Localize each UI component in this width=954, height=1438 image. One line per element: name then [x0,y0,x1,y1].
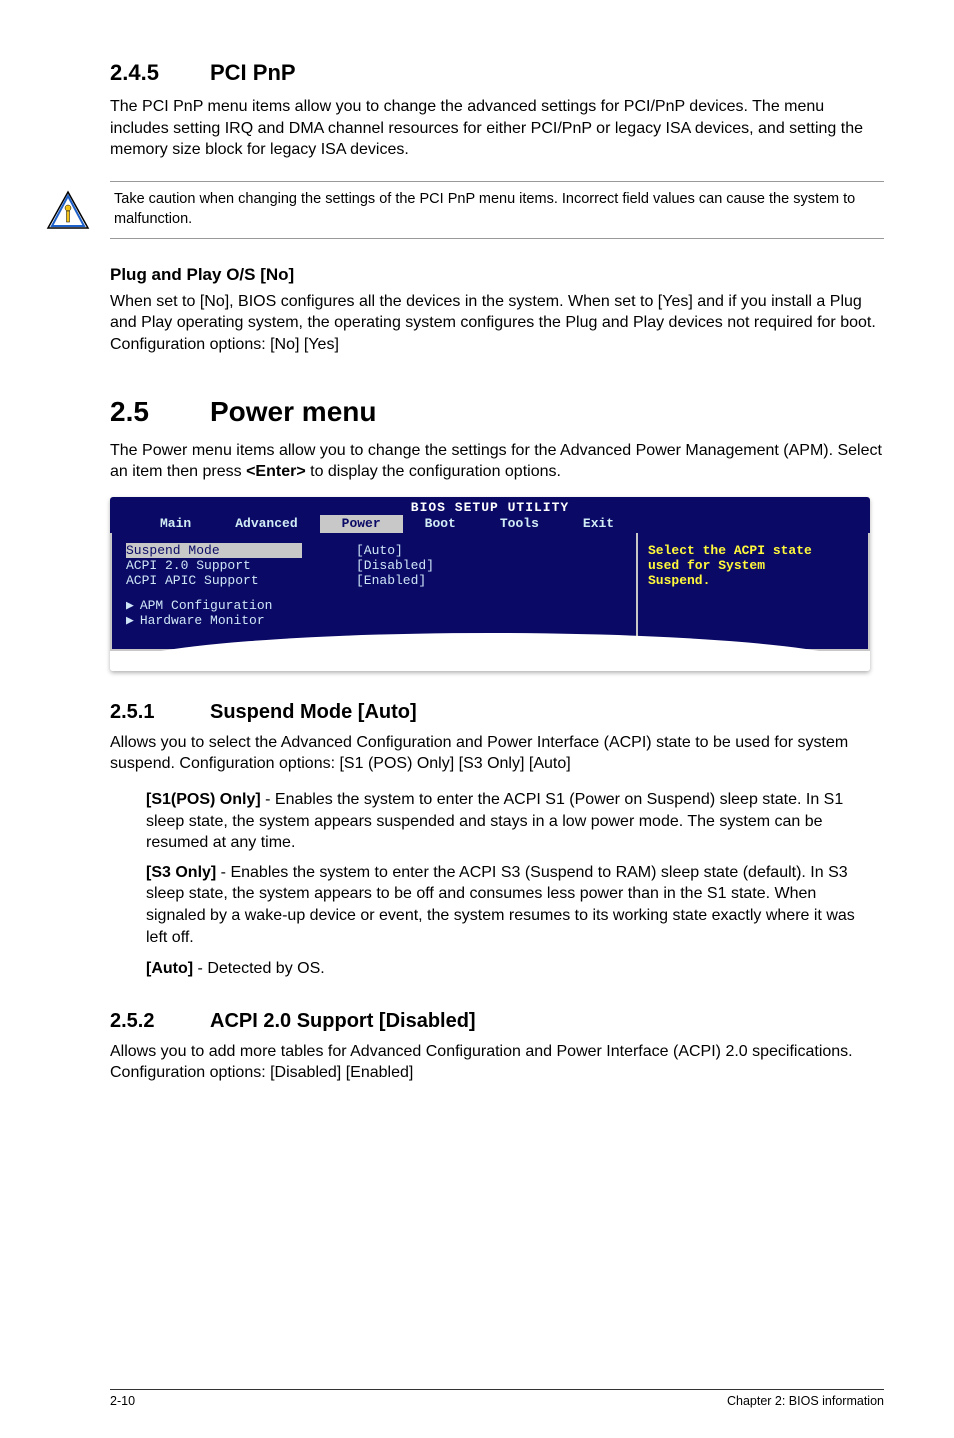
heading-text: Power menu [210,396,376,427]
heading-text: ACPI 2.0 Support [Disabled] [210,1010,476,1032]
bios-row-value: [Enabled] [356,573,426,588]
page-footer: 2-10 Chapter 2: BIOS information [110,1389,884,1408]
heading-251: 2.5.1Suspend Mode [Auto] [110,701,884,724]
heading-num: 2.5 [110,396,210,428]
heading-text: PCI PnP [210,60,296,85]
bios-subitem-hwmon[interactable]: ▶ Hardware Monitor [126,613,626,628]
heading-num: 2.5.2 [110,1010,210,1033]
para-245: The PCI PnP menu items allow you to chan… [110,96,884,161]
auto-text: - Detected by OS. [193,960,325,977]
auto-label: [Auto] [146,960,193,977]
heading-245: 2.4.5PCI PnP [110,60,884,86]
s1-label: [S1(POS) Only] [146,791,261,808]
bios-tab-power[interactable]: Power [320,515,403,533]
bios-tab-advanced[interactable]: Advanced [213,515,319,533]
para-25: The Power menu items allow you to change… [110,440,884,483]
bios-row-value: [Auto] [356,543,403,558]
bios-row-acpi20[interactable]: ACPI 2.0 Support[Disabled] [126,558,626,573]
heading-plug: Plug and Play O/S [No] [110,265,884,285]
para-auto: [Auto] - Detected by OS. [146,958,874,980]
bios-row-suspend[interactable]: Suspend Mode [Auto] [126,543,626,558]
bios-help-line: Suspend. [648,573,858,588]
bios-tab-exit[interactable]: Exit [561,515,636,533]
para-25-post: to display the configuration options. [306,463,561,480]
bios-subitem-label: Hardware Monitor [140,613,265,628]
bios-row-value: [Disabled] [356,558,434,573]
footer-page-number: 2-10 [110,1394,135,1408]
bios-tab-tools[interactable]: Tools [478,515,561,533]
para-s3: [S3 Only] - Enables the system to enter … [146,862,874,948]
para-plug: When set to [No], BIOS configures all th… [110,291,884,356]
heading-25: 2.5Power menu [110,396,884,428]
para-251: Allows you to select the Advanced Config… [110,732,884,775]
s3-label: [S3 Only] [146,864,216,881]
bios-subitem-apm[interactable]: ▶ APM Configuration [126,598,626,613]
heading-252: 2.5.2ACPI 2.0 Support [Disabled] [110,1010,884,1033]
bios-panel: BIOS SETUP UTILITY Main Advanced Power B… [110,497,870,671]
heading-num: 2.5.1 [110,701,210,724]
para-252: Allows you to add more tables for Advanc… [110,1041,884,1084]
heading-num: 2.4.5 [110,60,210,86]
bios-row-acpiapic[interactable]: ACPI APIC Support[Enabled] [126,573,626,588]
para-s1: [S1(POS) Only] - Enables the system to e… [146,789,874,854]
bios-help-line: used for System [648,558,858,573]
bios-row-label: Suspend Mode [126,543,302,558]
bios-subitem-label: APM Configuration [140,598,273,613]
bios-help-line: Select the ACPI state [648,543,858,558]
bios-tabs: Main Advanced Power Boot Tools Exit [110,515,870,533]
s3-text: - Enables the system to enter the ACPI S… [146,864,855,946]
triangle-right-icon: ▶ [126,598,134,613]
caution-text: Take caution when changing the settings … [114,190,884,229]
bios-tab-boot[interactable]: Boot [403,515,478,533]
caution-icon [46,188,90,232]
bios-tab-main[interactable]: Main [138,515,213,533]
triangle-right-icon: ▶ [126,613,134,628]
enter-key: <Enter> [246,463,306,480]
bios-row-label: ACPI APIC Support [126,573,356,588]
bios-help-pane: Select the ACPI state used for System Su… [638,533,870,651]
bios-title: BIOS SETUP UTILITY [110,500,870,515]
caution-callout: Take caution when changing the settings … [110,181,884,239]
bios-header: BIOS SETUP UTILITY Main Advanced Power B… [110,497,870,533]
bios-row-label: ACPI 2.0 Support [126,558,356,573]
heading-text: Suspend Mode [Auto] [210,701,417,723]
footer-chapter: Chapter 2: BIOS information [727,1394,884,1408]
